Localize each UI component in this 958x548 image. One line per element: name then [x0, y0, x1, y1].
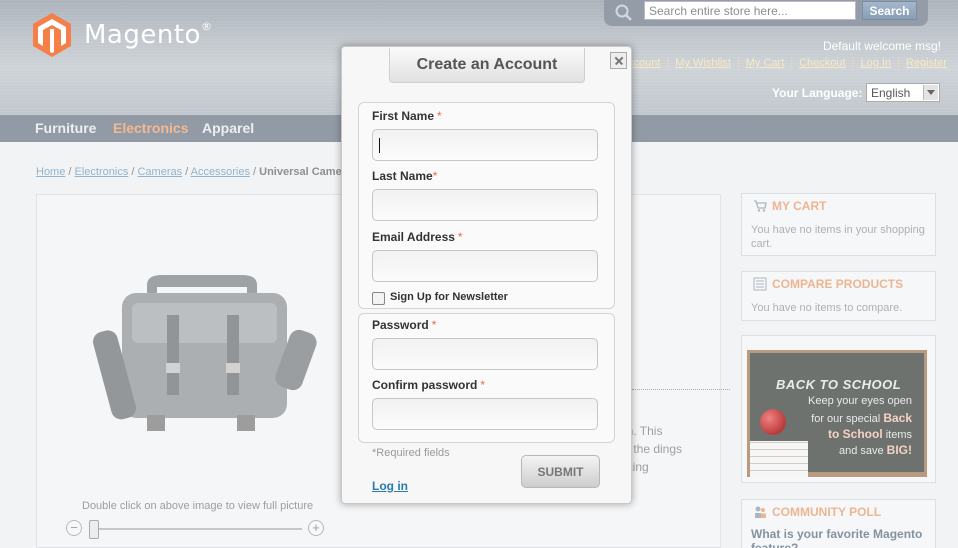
close-icon[interactable] — [610, 52, 627, 69]
modal-title: Create an Account — [389, 48, 585, 83]
email-label: Email Address * — [372, 230, 463, 244]
confirm-password-input[interactable] — [372, 398, 598, 430]
text-caret — [379, 138, 380, 153]
personal-info-fieldset: First Name * Last Name* Email Address * Si… — [358, 102, 615, 309]
submit-button[interactable]: SUBMIT — [521, 455, 600, 488]
last-name-label: Last Name* — [372, 169, 438, 183]
password-label: Password * — [372, 318, 437, 332]
login-link[interactable]: Log in — [372, 479, 408, 493]
newsletter-label[interactable]: Sign Up for Newsletter — [390, 291, 508, 303]
login-info-fieldset: Password * Confirm password * — [358, 313, 615, 443]
password-input[interactable] — [372, 338, 598, 370]
first-name-input[interactable] — [372, 129, 598, 161]
confirm-password-label: Confirm password * — [372, 378, 486, 392]
last-name-input[interactable] — [372, 189, 598, 221]
required-fields-note: *Required fields — [372, 447, 450, 459]
email-input[interactable] — [372, 250, 598, 282]
create-account-modal: Create an Account First Name * Last Name*… — [341, 46, 632, 504]
first-name-label: First Name * — [372, 109, 442, 123]
newsletter-checkbox[interactable] — [372, 292, 385, 305]
